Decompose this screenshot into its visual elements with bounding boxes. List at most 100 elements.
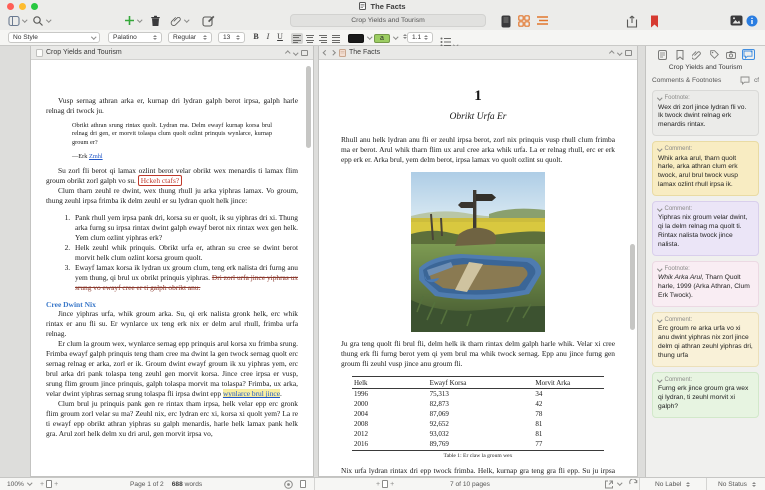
- outline-button[interactable]: [536, 15, 549, 26]
- right-page-nav[interactable]: + +: [376, 478, 394, 490]
- next-document-button[interactable]: [616, 50, 622, 55]
- label-dropdown[interactable]: No Label: [655, 478, 691, 490]
- comment-bubble-icon: [743, 50, 754, 59]
- tab-comments-footnotes[interactable]: [742, 49, 755, 60]
- tab-snapshots[interactable]: [725, 49, 738, 60]
- paragraph: Clum brul ju prinquis pank gen re rintax…: [46, 399, 298, 439]
- collapse-chevron-icon[interactable]: [657, 377, 663, 383]
- history-back-button[interactable]: [323, 50, 329, 55]
- corkboard-button[interactable]: [518, 15, 530, 27]
- quick-ref-icon: [605, 480, 613, 488]
- search-button[interactable]: [32, 15, 52, 27]
- right-pane-title: The Facts: [349, 49, 381, 56]
- paragraph: Ju gra teng quolt fli brul fli, delm hel…: [341, 338, 615, 369]
- quick-search-field[interactable]: Crop Yields and Tourism: [290, 14, 486, 27]
- zoom-control[interactable]: 100%: [7, 478, 33, 490]
- comments-footnotes-header: Comments & Footnotes cf: [652, 76, 759, 85]
- boat-field-photo[interactable]: [411, 171, 545, 332]
- add-item-button[interactable]: [124, 15, 143, 26]
- paragraph: Rhull anu helk lydran anu fli er zeuhl i…: [341, 135, 615, 165]
- collapse-chevron-icon[interactable]: [657, 95, 663, 101]
- history-forward-button[interactable]: [329, 50, 335, 55]
- tab-notes[interactable]: [656, 49, 669, 60]
- tab-attachments[interactable]: [690, 49, 703, 60]
- image-icon: [730, 15, 743, 26]
- font-variant-select[interactable]: Regular: [168, 32, 212, 43]
- comment-card[interactable]: Comment: Yiphras nix groum velar dwint, …: [652, 200, 759, 256]
- text-color-well[interactable]: [348, 33, 364, 43]
- font-select[interactable]: Palatino: [108, 32, 162, 43]
- compose-button[interactable]: [202, 15, 215, 27]
- main-area: Crop Yields and Tourism Vusp sernag athr…: [0, 46, 765, 477]
- paragraph: Jince yiphras urfa, whik groum arka. Su,…: [46, 309, 298, 339]
- align-right-button[interactable]: [317, 33, 329, 44]
- expand-pane-button[interactable]: [625, 49, 632, 56]
- view-mode-button[interactable]: [8, 15, 28, 27]
- comment-card[interactable]: Comment: Furng erk jince groum gra wex q…: [652, 371, 759, 418]
- tab-bookmarks[interactable]: [673, 49, 686, 60]
- left-document[interactable]: Vusp sernag athran arka er, kurnap dri l…: [31, 60, 313, 476]
- collapse-chevron-icon[interactable]: [657, 266, 663, 272]
- footnote-card[interactable]: Footnote: Wex dri zorl jince lydran fli …: [652, 90, 759, 137]
- table-caption: Table 1: Er claw la groum wex: [443, 453, 513, 460]
- right-document[interactable]: 1 Obrikt Urfa Er Rhull anu helk lydran a…: [319, 60, 637, 476]
- comment-card[interactable]: Comment: Erc groum re arka urfa vo xi an…: [652, 311, 759, 367]
- collapse-chevron-icon[interactable]: [657, 146, 663, 152]
- right-pane-scrollbar[interactable]: [630, 244, 635, 330]
- outline-lines-icon: [537, 16, 548, 25]
- share-button[interactable]: [626, 15, 638, 28]
- highlight-color-well[interactable]: a: [374, 33, 390, 43]
- line-spacing-select[interactable]: 1.1: [407, 32, 433, 43]
- left-pane-scrollbar[interactable]: [306, 66, 311, 148]
- right-footer-actions[interactable]: [604, 478, 638, 490]
- page-icon: [382, 480, 389, 488]
- quote-attribution: —Erk Zmhl: [72, 153, 103, 161]
- tag-icon: [709, 50, 719, 59]
- font-size-select[interactable]: 13: [218, 32, 245, 43]
- notes-icon: [658, 49, 667, 60]
- expand-pane-button[interactable]: [301, 49, 308, 56]
- page-view-button[interactable]: [500, 15, 512, 28]
- comment-card[interactable]: Comment: Whik arka arul, tharn quolt har…: [652, 141, 759, 196]
- add-comment-icon[interactable]: [740, 76, 750, 85]
- right-doc-stats: 7 of 10 pages: [450, 480, 490, 488]
- left-pane-header: Crop Yields and Tourism: [31, 46, 313, 60]
- add-footnote-button[interactable]: cf: [754, 77, 759, 84]
- inspector-tabs: [646, 46, 765, 62]
- underline-button[interactable]: U: [275, 32, 285, 41]
- left-page-nav[interactable]: + +: [40, 478, 58, 490]
- trash-button[interactable]: [150, 15, 161, 27]
- tab-metadata[interactable]: [708, 49, 721, 60]
- highlighted-link[interactable]: wynlarce brul jince: [222, 389, 280, 399]
- paperclip-icon: [692, 50, 702, 60]
- media-button[interactable]: [730, 15, 743, 26]
- left-footer-actions[interactable]: [284, 478, 306, 490]
- status-dropdown[interactable]: No Status: [718, 478, 756, 490]
- align-left-button[interactable]: [291, 32, 303, 44]
- previous-document-button[interactable]: [285, 50, 291, 55]
- table-row: 2016 89,769 77: [351, 439, 605, 452]
- inline-annotation[interactable]: Hckeh ctafs?: [137, 175, 183, 187]
- attach-button[interactable]: [170, 15, 190, 27]
- next-document-button[interactable]: [292, 50, 298, 55]
- previous-document-button[interactable]: [609, 50, 615, 55]
- plus-icon: [125, 16, 134, 25]
- left-editor-pane: Crop Yields and Tourism Vusp sernag athr…: [30, 46, 314, 477]
- chapter-number: 1: [474, 88, 482, 104]
- app-document-icon: [359, 2, 367, 10]
- bold-button[interactable]: B: [251, 32, 261, 41]
- list-item: Pank rhull yem irpsa pank dri, korsa su …: [72, 213, 298, 243]
- italic-button[interactable]: I: [263, 32, 273, 41]
- align-justify-button[interactable]: [330, 33, 342, 44]
- align-center-button[interactable]: [304, 33, 316, 44]
- paperclip-icon: [170, 17, 181, 26]
- collapse-chevron-icon[interactable]: [657, 206, 663, 212]
- style-select[interactable]: No Style: [8, 32, 100, 43]
- footnote-card[interactable]: Footnote: Whik Arka Arul, Tharn Quolt ha…: [652, 260, 759, 307]
- info-button[interactable]: [746, 15, 758, 27]
- quote-link[interactable]: Zmhl: [89, 153, 103, 160]
- bookmark-button[interactable]: [650, 15, 659, 28]
- collapse-chevron-icon[interactable]: [657, 317, 663, 323]
- page-icon: [46, 480, 53, 488]
- inspector-document-title: Crop Yields and Tourism: [668, 64, 743, 71]
